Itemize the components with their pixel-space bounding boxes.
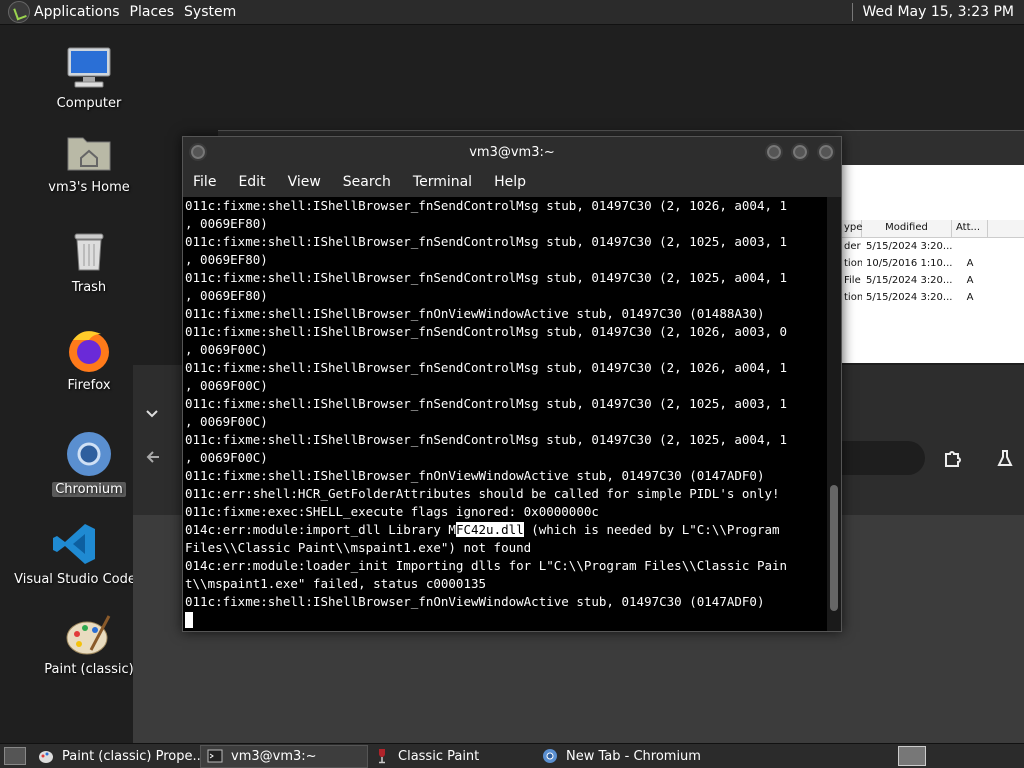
extensions-puzzle-icon[interactable]	[943, 449, 961, 467]
terminal-prompt-line	[185, 611, 827, 629]
terminal-line: 011c:fixme:shell:IShellBrowser_fnOnViewW…	[185, 468, 765, 483]
table-row[interactable]: tion 10/5/2016 1:10... A	[840, 255, 1024, 272]
menu-applications[interactable]: Applications	[34, 4, 130, 20]
workspace-switcher[interactable]	[898, 746, 926, 766]
menu-file[interactable]: File	[193, 174, 216, 190]
terminal-line: 011c:fixme:shell:IShellBrowser_fnSendCon…	[185, 198, 788, 213]
column-modified[interactable]: Modified	[862, 220, 952, 237]
maximize-icon[interactable]	[791, 143, 809, 161]
terminal-line: 011c:fixme:shell:IShellBrowser_fnSendCon…	[185, 324, 788, 339]
terminal-line: 011c:fixme:shell:IShellBrowser_fnSendCon…	[185, 234, 788, 249]
desktop-icon-home[interactable]: vm3's Home	[24, 128, 154, 195]
desktop-icon-label: Visual Studio Code	[14, 572, 136, 587]
window-title: vm3@vm3:~	[469, 144, 555, 160]
column-type[interactable]: ype	[840, 220, 862, 237]
table-row[interactable]: tion 5/15/2024 3:20... A	[840, 289, 1024, 306]
terminal-line: , 0069EF80)	[185, 216, 268, 231]
menu-terminal[interactable]: Terminal	[413, 174, 472, 190]
taskbar-item-paint-properties[interactable]: Paint (classic) Prope...	[32, 745, 200, 768]
terminal-titlebar[interactable]: vm3@vm3:~	[183, 137, 841, 167]
wine-glass-icon	[379, 749, 385, 764]
text-cursor	[185, 612, 193, 628]
top-panel: Applications Places System Wed May 15, 3…	[0, 0, 1024, 25]
taskbar-item-chromium[interactable]: New Tab - Chromium	[536, 745, 704, 768]
desktop-icon-label: Paint (classic)	[44, 662, 134, 677]
terminal-output[interactable]: 011c:fixme:shell:IShellBrowser_fnSendCon…	[183, 197, 827, 631]
desktop-icon-label: Trash	[71, 280, 107, 295]
terminal-line: 011c:fixme:shell:IShellBrowser_fnOnViewW…	[185, 594, 765, 609]
chevron-down-icon[interactable]	[145, 409, 159, 419]
close-icon[interactable]	[817, 143, 835, 161]
labs-flask-icon[interactable]	[997, 449, 1013, 467]
desktop-icon-label: Chromium	[52, 482, 126, 497]
home-folder-icon	[67, 137, 111, 171]
terminal-line: 011c:err:shell:HCR_GetFolderAttributes s…	[185, 486, 780, 501]
panel-separator	[851, 3, 853, 21]
table-row[interactable]: der 5/15/2024 3:20...	[840, 238, 1024, 255]
scrollbar-thumb[interactable]	[830, 485, 838, 611]
terminal-line: 011c:fixme:shell:IShellBrowser_fnSendCon…	[185, 270, 788, 285]
trash-icon	[74, 233, 104, 271]
applications-menu-icon[interactable]	[8, 1, 30, 23]
show-desktop-icon[interactable]	[4, 747, 26, 765]
paint-palette-icon	[66, 615, 111, 655]
terminal-line: , 0069F00C)	[185, 342, 268, 357]
table-row[interactable]: File 5/15/2024 3:20... A	[840, 272, 1024, 289]
paint-properties-icon	[39, 751, 53, 763]
minimize-icon[interactable]	[765, 143, 783, 161]
desktop-icon-label: Firefox	[67, 378, 111, 393]
terminal-line: 011c:fixme:shell:IShellBrowser_fnSendCon…	[185, 432, 788, 447]
terminal-icon	[207, 749, 223, 763]
vscode-icon	[53, 524, 95, 564]
menu-view[interactable]: View	[288, 174, 321, 190]
terminal-line-selected: 014c:err:module:import_dll Library MFC42…	[185, 522, 780, 537]
menu-search[interactable]: Search	[343, 174, 391, 190]
terminal-line: 014c:err:module:loader_init Importing dl…	[185, 558, 788, 573]
terminal-line: , 0069F00C)	[185, 414, 268, 429]
terminal-window[interactable]: vm3@vm3:~ File Edit View Search Terminal…	[182, 136, 842, 632]
terminal-line: , 0069F00C)	[185, 450, 268, 465]
file-list-header: ype Modified Att...	[840, 220, 1024, 238]
text-selection[interactable]: FC42u.dll	[455, 522, 524, 537]
terminal-line: , 0069F00C)	[185, 378, 268, 393]
terminal-menubar: File Edit View Search Terminal Help	[183, 167, 841, 197]
back-arrow-icon[interactable]	[145, 449, 161, 465]
terminal-line: , 0069EF80)	[185, 288, 268, 303]
chromium-icon	[67, 432, 111, 476]
desktop-icon-trash[interactable]: Trash	[24, 228, 154, 295]
chromium-icon	[543, 749, 557, 763]
terminal-line: Files\\Classic Paint\\mspaint1.exe") not…	[185, 540, 532, 555]
desktop-icon-computer[interactable]: Computer	[24, 44, 154, 111]
desktop-icon-label: Computer	[56, 96, 122, 111]
terminal-line: 011c:fixme:exec:SHELL_execute flags igno…	[185, 504, 599, 519]
menu-help[interactable]: Help	[494, 174, 526, 190]
terminal-line: 011c:fixme:shell:IShellBrowser_fnSendCon…	[185, 396, 788, 411]
taskbar-item-classic-paint[interactable]: Classic Paint	[368, 745, 536, 768]
file-list-panel: ype Modified Att... der 5/15/2024 3:20..…	[840, 165, 1024, 363]
terminal-line: , 0069EF80)	[185, 252, 268, 267]
clock[interactable]: Wed May 15, 3:23 PM	[863, 4, 1015, 20]
terminal-line: t\\mspaint1.exe" failed, status c0000135	[185, 576, 487, 591]
desktop-icon-vscode[interactable]: Visual Studio Code	[10, 520, 140, 587]
terminal-line: 011c:fixme:shell:IShellBrowser_fnOnViewW…	[185, 306, 765, 321]
menu-system[interactable]: System	[184, 4, 246, 20]
firefox-icon	[69, 331, 109, 372]
menu-places[interactable]: Places	[130, 4, 185, 20]
computer-icon	[67, 47, 111, 88]
terminal-scrollbar[interactable]	[827, 197, 841, 631]
window-menu-icon[interactable]	[189, 143, 207, 161]
desktop-icon-label: vm3's Home	[48, 180, 130, 195]
menu-edit[interactable]: Edit	[238, 174, 265, 190]
bottom-taskbar: Paint (classic) Prope... vm3@vm3:~ Class…	[0, 743, 1024, 768]
column-attributes[interactable]: Att...	[952, 220, 988, 237]
terminal-line: 011c:fixme:shell:IShellBrowser_fnSendCon…	[185, 360, 788, 375]
taskbar-item-terminal[interactable]: vm3@vm3:~	[200, 744, 368, 768]
